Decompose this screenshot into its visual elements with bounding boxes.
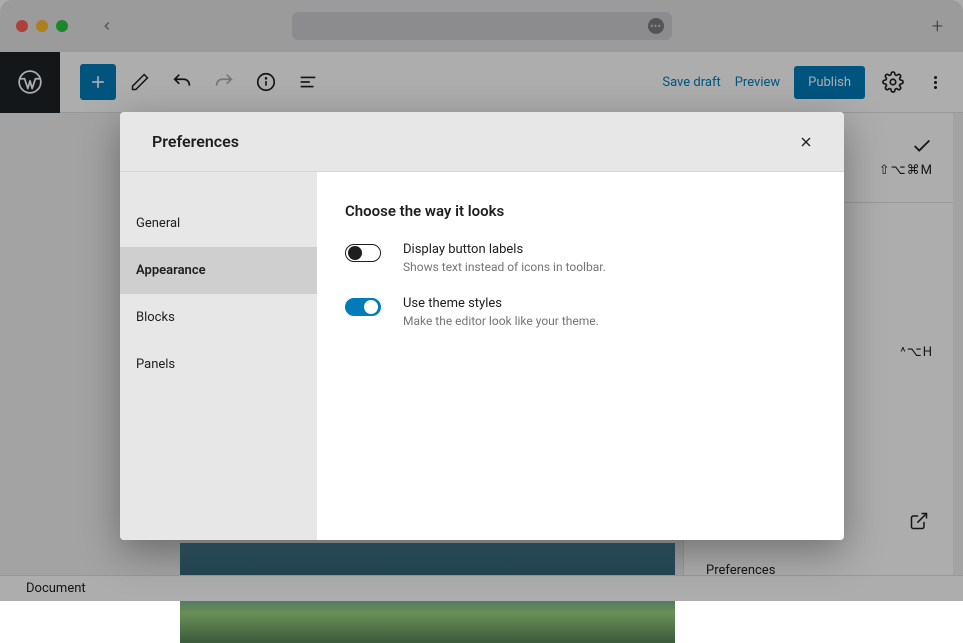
nav-tab-blocks[interactable]: Blocks bbox=[120, 294, 317, 341]
toggle-display-button-labels[interactable] bbox=[345, 244, 381, 262]
nav-tab-panels[interactable]: Panels bbox=[120, 341, 317, 388]
pref-use-theme-styles: Use theme styles Make the editor look li… bbox=[345, 296, 816, 328]
close-modal-button[interactable] bbox=[792, 128, 820, 156]
toggle-use-theme-styles[interactable] bbox=[345, 298, 381, 316]
preferences-modal: Preferences General Appearance Blocks Pa… bbox=[120, 112, 844, 540]
pref-label: Use theme styles bbox=[403, 296, 599, 311]
section-heading: Choose the way it looks bbox=[345, 202, 816, 220]
preferences-panel: Choose the way it looks Display button l… bbox=[317, 172, 844, 540]
nav-tab-general[interactable]: General bbox=[120, 200, 317, 247]
pref-label: Display button labels bbox=[403, 242, 606, 257]
nav-tab-label: Appearance bbox=[136, 263, 206, 278]
modal-header: Preferences bbox=[120, 112, 844, 172]
nav-tab-label: Panels bbox=[136, 357, 175, 372]
pref-description: Make the editor look like your theme. bbox=[403, 314, 599, 328]
modal-title: Preferences bbox=[152, 132, 239, 151]
nav-tab-appearance[interactable]: Appearance bbox=[120, 247, 317, 294]
pref-display-button-labels: Display button labels Shows text instead… bbox=[345, 242, 816, 274]
pref-description: Shows text instead of icons in toolbar. bbox=[403, 260, 606, 274]
preferences-nav: General Appearance Blocks Panels bbox=[120, 172, 317, 540]
nav-tab-label: Blocks bbox=[136, 310, 175, 325]
nav-tab-label: General bbox=[136, 216, 180, 231]
